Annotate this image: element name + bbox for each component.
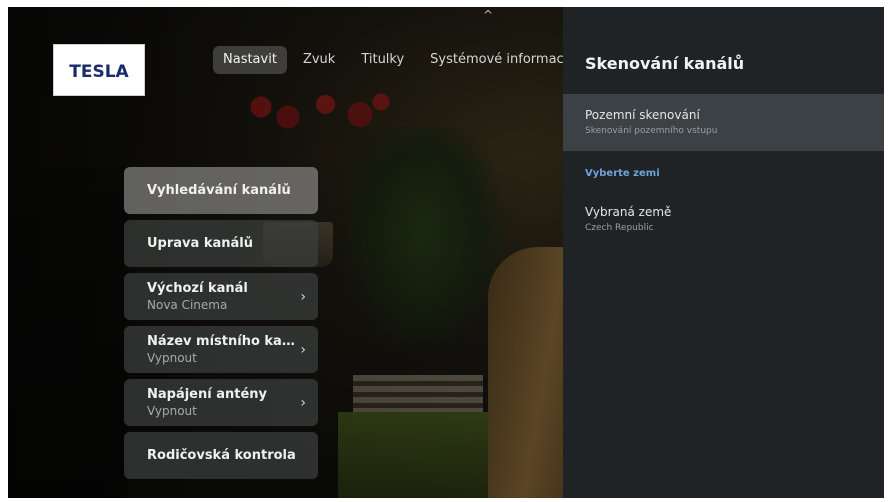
tab-nastavit[interactable]: Nastavit [213, 46, 287, 74]
menu-item-local-channel-name[interactable]: Název místního kaná.. Vypnout › [124, 326, 318, 373]
chevron-right-icon: › [300, 341, 306, 358]
selected-country-option[interactable]: Vybraná země Czech Republic [563, 203, 884, 243]
menu-item-label: Rodičovská kontrola [147, 448, 296, 463]
chevron-right-icon: › [300, 394, 306, 411]
panel-title: Skenování kanálů [585, 54, 745, 73]
menu-item-antenna-power[interactable]: Napájení antény Vypnout › [124, 379, 318, 426]
section-header: Vyberte zemi [585, 168, 660, 179]
menu-item-value: Vypnout [147, 404, 197, 418]
chevron-up-icon[interactable]: ^ [480, 7, 496, 23]
menu-item-label: Výchozí kanál [147, 281, 248, 296]
option-subtitle: Czech Republic [585, 223, 654, 233]
menu-item-channel-edit[interactable]: Úprava kanálů [124, 220, 318, 267]
chevron-right-icon: › [300, 288, 306, 305]
option-title: Vybraná země [585, 205, 672, 219]
svg-text:TESLA: TESLA [69, 62, 129, 82]
menu-item-default-channel[interactable]: Výchozí kanál Nova Cinema › [124, 273, 318, 320]
tesla-logo: TESLA [53, 44, 145, 96]
menu-item-value: Vypnout [147, 351, 197, 365]
option-title: Pozemní skenování [585, 108, 700, 122]
channel-scan-panel: Skenování kanálů Pozemní skenování Skeno… [563, 7, 884, 498]
menu-item-parental-control[interactable]: Rodičovská kontrola [124, 432, 318, 479]
tesla-logo-mark: TESLA [69, 62, 129, 82]
menu-item-label: Název místního kaná.. [147, 334, 296, 349]
settings-tabs: Nastavit Zvuk Titulky Systémové informac [213, 45, 580, 75]
tab-systemove-informace[interactable]: Systémové informac [420, 46, 574, 74]
terrestrial-scan-option[interactable]: Pozemní skenování Skenování pozemního vs… [563, 94, 884, 151]
tab-titulky[interactable]: Titulky [351, 46, 414, 74]
menu-item-value: Nova Cinema [147, 298, 228, 312]
menu-item-label: Úprava kanálů [147, 236, 253, 251]
tab-zvuk[interactable]: Zvuk [293, 46, 345, 74]
menu-item-label: Vyhledávání kanálů [147, 183, 291, 198]
option-subtitle: Skenování pozemního vstupu [585, 126, 718, 136]
menu-item-channel-search[interactable]: Vyhledávání kanálů [124, 167, 318, 214]
channel-menu: Vyhledávání kanálů Úprava kanálů Výchozí… [124, 167, 318, 485]
tv-screen: TESLA ^ Nastavit Zvuk Titulky Systémové … [8, 7, 884, 498]
menu-item-label: Napájení antény [147, 387, 268, 402]
